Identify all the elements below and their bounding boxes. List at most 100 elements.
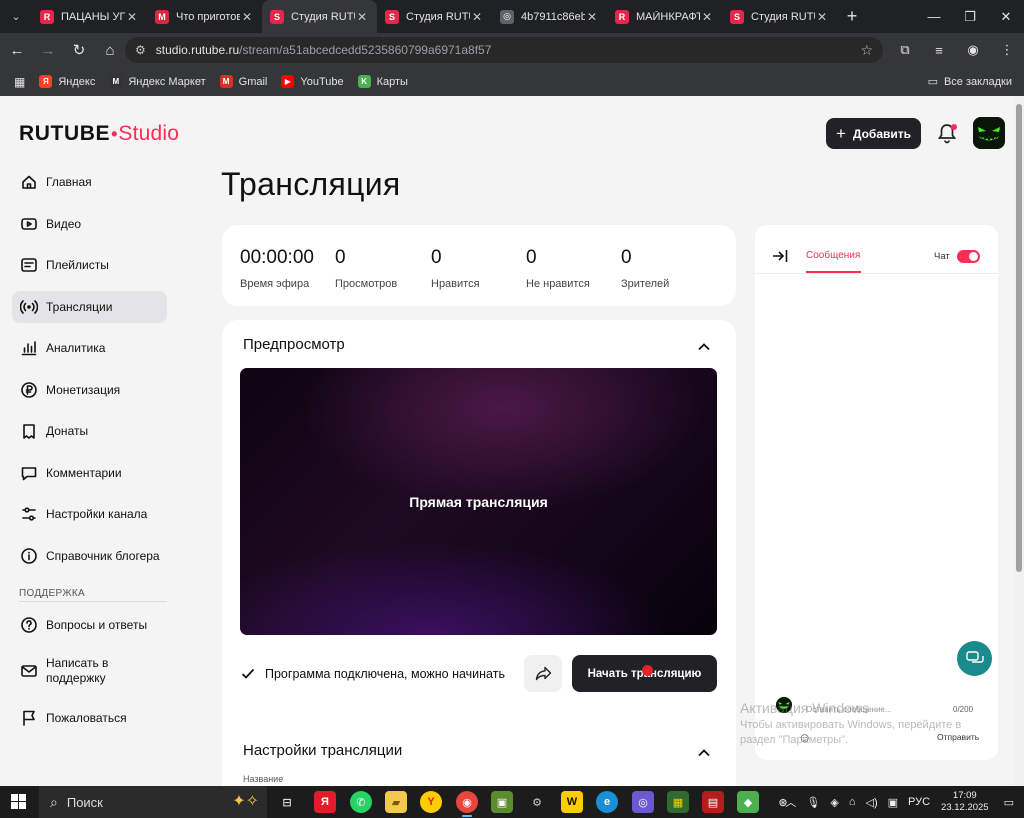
file-explorer-icon[interactable]: ▰ <box>385 791 407 813</box>
browser-tab[interactable]: R МАЙНКРАФТ ✕ <box>607 0 722 33</box>
volume-icon[interactable]: ◁) <box>865 796 877 809</box>
sidebar-item[interactable]: Комментарии <box>12 457 167 489</box>
tray-chevron-icon[interactable]: ︿ <box>785 794 796 810</box>
sidebar-item[interactable]: Главная <box>12 166 167 198</box>
notifications-center-icon[interactable]: ▭ <box>1004 796 1014 809</box>
tab-close-icon[interactable]: ✕ <box>470 10 484 24</box>
sidebar-item[interactable]: Аналитика <box>12 332 167 364</box>
browser-tab[interactable]: ◎ 4b7911c86eb ✕ <box>492 0 607 33</box>
language-indicator[interactable]: РУС <box>908 796 930 808</box>
add-button[interactable]: + Добавить <box>826 118 921 149</box>
bookmark-label: Карты <box>376 75 408 88</box>
minecraft-icon[interactable]: ▣ <box>491 791 513 813</box>
browser-tab[interactable]: R ПАЦАНЫ УГН✕ <box>32 0 147 33</box>
forward-icon[interactable]: → <box>34 36 62 64</box>
collapse-preview-icon[interactable] <box>697 340 711 354</box>
notifications-bell-icon[interactable] <box>937 123 957 145</box>
chat-toggle[interactable] <box>957 250 980 263</box>
sidebar-item[interactable]: Монетизация <box>12 374 167 406</box>
bookmark-item[interactable]: ▶ YouTube <box>281 75 344 88</box>
home-page-icon[interactable]: ⌂ <box>96 36 124 64</box>
new-tab-button[interactable]: + <box>837 0 867 33</box>
chat-divider <box>755 273 998 274</box>
sidebar-item[interactable]: Настройки канала <box>12 498 167 530</box>
microphone-icon[interactable]: 🎙 <box>806 796 820 809</box>
logo-product: Studio <box>118 122 180 145</box>
sidebar-item[interactable]: Донаты <box>12 415 167 447</box>
app-w-icon[interactable]: W <box>561 791 583 813</box>
extensions-icon[interactable]: ⧉ <box>892 36 918 64</box>
sidebar-item[interactable]: Плейлисты <box>12 249 167 281</box>
edge-icon[interactable]: e <box>596 791 618 813</box>
reload-icon[interactable]: ↻ <box>65 36 93 64</box>
browser-tab[interactable]: M Что приготов ✕ <box>147 0 262 33</box>
menu-icon[interactable]: ⋮ <box>994 36 1020 64</box>
bookmark-star-icon[interactable]: ☆ <box>860 42 873 59</box>
profile-icon[interactable]: ◉ <box>960 36 986 64</box>
task-view-icon[interactable]: ⊟ <box>276 791 298 813</box>
app-red-icon[interactable]: ▤ <box>702 791 724 813</box>
taskbar-search-label: Поиск <box>66 794 103 810</box>
video-preview[interactable]: Прямая трансляция <box>240 368 717 635</box>
back-icon[interactable]: ← <box>3 36 31 64</box>
network-icon[interactable]: ⌂ <box>849 796 856 808</box>
sidebar-item[interactable]: Справочник блогера <box>12 540 167 572</box>
bookmark-item[interactable]: Я Яндекс <box>39 75 95 88</box>
tray-extra-icon[interactable]: ▣ <box>888 796 898 809</box>
tab-messages[interactable]: Сообщения <box>806 250 860 261</box>
settings-gear-icon[interactable]: ⚙ <box>526 791 548 813</box>
app-o-icon[interactable]: ◎ <box>632 791 654 813</box>
tab-search-button[interactable]: ⌄ <box>0 0 32 33</box>
minimize-icon[interactable]: — <box>916 0 952 33</box>
tab-close-icon[interactable]: ✕ <box>700 10 714 24</box>
collapse-chat-icon[interactable] <box>771 247 789 265</box>
taskbar-search[interactable]: ⌕ Поиск ✦✧ <box>39 786 267 818</box>
browser-tab[interactable]: S Студия RUTU ✕ <box>377 0 492 33</box>
yandex-browser-icon[interactable]: Y <box>420 791 442 813</box>
app-cube-icon[interactable]: ◆ <box>737 791 759 813</box>
yandex-app-icon[interactable]: Я <box>314 791 336 813</box>
media-icon[interactable]: ≡ <box>926 36 952 64</box>
stat-item: 0 Просмотров <box>335 247 397 290</box>
logo-brand: RUTUBE <box>19 122 111 145</box>
sidebar-item[interactable]: Вопросы и ответы <box>12 609 167 641</box>
windows-taskbar: ⌕ Поиск ✦✧ ⊟ Я ✆ ▰ Y ◉ ▣ ⚙ W e ◎ ▦ ▤ ◆ ⊛… <box>0 786 1024 818</box>
tab-close-icon[interactable]: ✕ <box>355 10 369 24</box>
page-scrollbar[interactable] <box>1014 96 1024 786</box>
share-button[interactable] <box>524 655 562 692</box>
sidebar-item-label: Плейлисты <box>46 258 109 272</box>
restore-icon[interactable]: ❐ <box>952 0 988 33</box>
clock-date: 23.12.2025 <box>941 802 989 813</box>
tab-close-icon[interactable]: ✕ <box>240 10 254 24</box>
bookmark-item[interactable]: M Gmail <box>219 75 267 88</box>
sidebar: Главная Видео Плейлисты Трансляции Аналитика… <box>12 166 167 743</box>
support-chat-button[interactable] <box>957 641 992 676</box>
whatsapp-icon[interactable]: ✆ <box>350 791 372 813</box>
tab-close-icon[interactable]: ✕ <box>815 10 829 24</box>
apps-icon[interactable]: ▦ <box>14 75 25 89</box>
close-window-icon[interactable]: ✕ <box>988 0 1024 33</box>
app-grid-icon[interactable]: ▦ <box>667 791 689 813</box>
system-clock[interactable]: 17:09 23.12.2025 <box>941 790 989 814</box>
site-info-icon[interactable]: ⚙ <box>135 43 146 57</box>
windows-start-icon[interactable] <box>11 794 26 809</box>
bookmark-item[interactable]: M Яндекс Маркет <box>109 75 206 88</box>
sidebar-item[interactable]: Написать в поддержку <box>12 650 167 692</box>
sidebar-item-label: Пожаловаться <box>46 710 127 725</box>
sidebar-item[interactable]: Трансляции <box>12 290 167 323</box>
rutube-studio-logo[interactable]: RUTUBE • Studio <box>19 122 179 146</box>
sidebar-item[interactable]: Видео <box>12 208 167 240</box>
chrome-icon[interactable]: ◉ <box>456 791 478 817</box>
tray-app-icon[interactable]: ◈ <box>830 796 838 809</box>
all-bookmarks[interactable]: ▭ Все закладки <box>928 67 1012 96</box>
user-avatar[interactable] <box>973 117 1005 149</box>
stat-label: Нравится <box>431 278 480 290</box>
browser-tab[interactable]: S Студия RUTU ✕ <box>722 0 837 33</box>
tab-close-icon[interactable]: ✕ <box>125 10 139 24</box>
collapse-settings-icon[interactable] <box>697 746 711 760</box>
url-bar[interactable]: ⚙ studio.rutube.ru/stream/a51abcedcedd52… <box>125 37 883 63</box>
bookmark-item[interactable]: K Карты <box>357 75 408 88</box>
sidebar-item[interactable]: Пожаловаться <box>12 702 167 734</box>
tab-close-icon[interactable]: ✕ <box>585 10 599 24</box>
browser-tab[interactable]: S Студия RUTU ✕ <box>262 0 377 33</box>
